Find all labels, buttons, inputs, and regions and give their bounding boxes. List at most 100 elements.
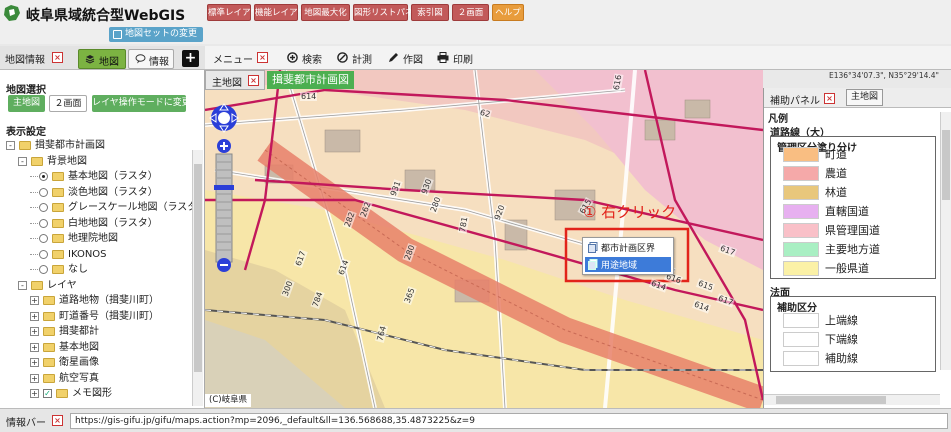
tree-item[interactable]: 地理院地図 <box>0 231 190 246</box>
map-tab-close-icon[interactable]: × <box>248 75 259 86</box>
menu-search-button[interactable]: 検索 <box>287 50 327 66</box>
layer-mode-button[interactable]: レイヤ操作モードに変更 <box>92 95 191 112</box>
tree-item[interactable]: + 航空写真 <box>0 371 190 386</box>
zoom-control[interactable] <box>214 139 234 272</box>
map-canvas[interactable]: 614 62 616 615 931 280 930 781 920 282 617 365 280 78… <box>205 70 763 408</box>
menu-draw-button[interactable]: 作図 <box>388 50 428 66</box>
tree-item-label: レイヤ <box>47 279 77 291</box>
aux-scroll-thumb[interactable] <box>942 130 950 200</box>
layers-icon <box>85 54 95 64</box>
map-name-badge: 揖斐都市計画図 <box>267 71 354 89</box>
tree-item[interactable]: - 背景地図 <box>0 154 190 169</box>
radio-unselected[interactable] <box>39 249 48 259</box>
tree-item-label: 航空写真 <box>59 372 99 384</box>
expand-icon[interactable]: + <box>30 311 39 321</box>
tab-info[interactable]: 情報 <box>128 49 174 69</box>
legend-swatch <box>783 261 819 276</box>
tree-item-label: 道路地物（揖斐川町） <box>59 295 159 306</box>
layer-icon <box>52 234 64 243</box>
tree-item[interactable]: IKONOS <box>0 247 190 262</box>
tree-item[interactable]: - 揖斐都市計画図 <box>0 138 190 153</box>
aux-close-icon[interactable]: × <box>824 93 835 104</box>
tree-item[interactable]: - レイヤ <box>0 278 190 293</box>
left-panel-scrollbar[interactable] <box>192 150 203 406</box>
toolbar-button[interactable]: ヘルプ <box>492 4 524 21</box>
road-legend-box: 管理区分塗り分け 町道農道林道直轄国道県管理国道主要地方道一般県道 <box>770 136 936 279</box>
tree-item[interactable]: + ✓ メモ図形 <box>0 386 190 401</box>
legend-label: 農道 <box>825 167 847 180</box>
legend-swatch <box>783 223 819 238</box>
main-map-button[interactable]: 主地図 <box>8 95 45 112</box>
aux-scrollbar[interactable] <box>940 112 951 370</box>
context-item-city-plan-boundary[interactable]: 都市計画区界 <box>585 240 671 255</box>
legend-label: 直轄国道 <box>825 205 869 218</box>
scroll-thumb[interactable] <box>194 164 202 372</box>
tree-item[interactable]: + 衛星画像 <box>0 355 190 370</box>
aux-hscroll-thumb[interactable] <box>776 396 886 404</box>
url-field[interactable]: https://gis-gifu.jp/gifu/maps.action?mp=… <box>70 413 948 429</box>
context-menu: 都市計画区界 用途地域 <box>582 237 674 275</box>
expand-icon[interactable]: + <box>30 327 39 336</box>
tree-item[interactable]: + 道路地物（揖斐川町） <box>0 293 190 308</box>
legend-label: 林道 <box>825 186 847 199</box>
left-panel-close-icon[interactable]: × <box>52 52 63 63</box>
road-number-label: 614 <box>300 92 318 101</box>
two-screen-button[interactable]: ２画面 <box>49 95 87 112</box>
tree-connector <box>30 207 38 208</box>
tree-item[interactable]: 基本地図（ラスタ） <box>0 169 190 184</box>
aux-panel-title: 補助パネル <box>770 96 820 107</box>
layer-icon <box>52 172 64 181</box>
info-bar-close-icon[interactable]: × <box>52 415 63 426</box>
radio-selected[interactable] <box>39 172 48 181</box>
menu-print-label: 印刷 <box>453 55 473 66</box>
mapset-change-button[interactable]: 地図セットの変更 <box>109 27 204 42</box>
tree-item[interactable]: なし <box>0 262 190 277</box>
toolbar-button[interactable]: ２画面 <box>452 4 489 21</box>
tree-item[interactable]: グレースケール地図（ラスタ） <box>0 200 204 215</box>
expand-icon[interactable]: + <box>30 389 39 398</box>
toolbar-button[interactable]: 索引図 <box>411 4 449 21</box>
aux-hscrollbar[interactable] <box>764 394 940 405</box>
tree-item-label: 白地地図（ラスタ） <box>68 217 158 229</box>
map-graphics[interactable] <box>205 70 763 408</box>
expand-icon[interactable]: + <box>30 373 39 383</box>
expand-icon[interactable]: + <box>30 296 39 305</box>
context-item-land-use[interactable]: 用途地域 <box>585 257 671 272</box>
toolbar-button[interactable]: 地図最大化 <box>301 4 350 21</box>
radio-unselected[interactable] <box>39 187 48 197</box>
add-tab-button[interactable]: + <box>182 50 199 67</box>
expand-icon[interactable]: + <box>30 358 39 367</box>
tree-item[interactable]: 白地地図（ラスタ） <box>0 216 190 231</box>
checkbox-checked[interactable]: ✓ <box>43 389 52 398</box>
tree-item[interactable]: + 基本地図 <box>0 340 190 355</box>
radio-unselected[interactable] <box>39 203 48 212</box>
collapse-icon[interactable]: - <box>6 141 15 150</box>
collapse-icon[interactable]: - <box>18 280 27 290</box>
tree-item[interactable]: + 町道番号（揖斐川町） <box>0 309 190 324</box>
aux-main-map-button[interactable]: 主地図 <box>846 89 884 106</box>
toolbar-button[interactable]: 図形リストパネル <box>353 4 422 21</box>
tab-map[interactable]: 地図 <box>78 49 126 69</box>
tab-main-map[interactable]: 主地図 × <box>205 70 265 90</box>
radio-unselected[interactable] <box>39 234 48 243</box>
tree-item-label: 淡色地図（ラスタ） <box>68 186 158 198</box>
legend-swatch <box>783 147 819 162</box>
context-item-label: 都市計画区界 <box>601 244 656 254</box>
toolbar-button[interactable]: 標準レイアウト <box>207 4 268 21</box>
document-icon <box>588 242 598 253</box>
radio-unselected[interactable] <box>39 218 48 228</box>
menu-print-button[interactable]: 印刷 <box>437 50 477 66</box>
tree-item[interactable]: 淡色地図（ラスタ） <box>0 185 190 200</box>
tree-connector <box>30 222 38 224</box>
toolbar-button[interactable]: 機能レイアウト <box>254 4 315 21</box>
expand-icon[interactable]: + <box>30 342 39 352</box>
tree-item-label: 基本地図 <box>59 341 99 353</box>
tree-item[interactable]: + 揖斐都計 <box>0 324 190 339</box>
menu-close-icon[interactable]: × <box>257 52 268 63</box>
collapse-icon[interactable]: - <box>18 156 27 166</box>
legend-swatch <box>783 313 819 328</box>
tree-item-label: 地理院地図 <box>68 233 118 244</box>
radio-unselected[interactable] <box>39 265 48 274</box>
left-panel-title: 地図情報 <box>5 55 45 66</box>
menu-measure-button[interactable]: 計測 <box>337 50 377 66</box>
